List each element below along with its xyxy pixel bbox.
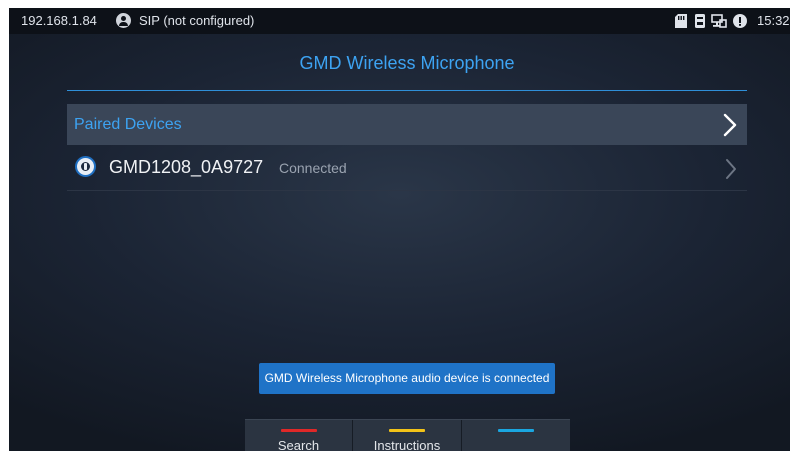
- chevron-right-icon: [726, 159, 736, 179]
- clock: 15:32: [757, 13, 790, 28]
- search-softkey[interactable]: Search: [245, 420, 353, 451]
- status-bar: 192.168.1.84 SIP (not configured) 15:32: [9, 8, 790, 34]
- title-divider: [67, 90, 747, 91]
- instructions-softkey[interactable]: Instructions: [353, 420, 462, 451]
- sip-status: SIP (not configured): [139, 13, 255, 28]
- device-name: GMD1208_0A9727: [109, 157, 264, 177]
- tv-screen: 192.168.1.84 SIP (not configured) 15:32 …: [9, 8, 790, 451]
- info-icon: [733, 14, 747, 28]
- red-key-indicator: [281, 429, 317, 432]
- chevron-right-icon: [723, 113, 737, 137]
- connection-toast: GMD Wireless Microphone audio device is …: [259, 363, 555, 394]
- yellow-key-indicator: [389, 429, 425, 432]
- device-status: Connected: [279, 160, 347, 176]
- blue-softkey[interactable]: [462, 420, 570, 451]
- sd-card-icon: [675, 14, 687, 28]
- instructions-label: Instructions: [373, 438, 441, 451]
- ip-address: 192.168.1.84: [21, 13, 97, 28]
- account-icon: [116, 13, 131, 28]
- page-title: GMD Wireless Microphone: [299, 53, 515, 73]
- blue-key-indicator: [498, 429, 534, 432]
- storage-icon: [695, 14, 705, 28]
- network-icon: [711, 14, 727, 28]
- device-row[interactable]: GMD1208_0A9727 Connected: [67, 147, 747, 191]
- paired-devices-row[interactable]: Paired Devices: [67, 104, 747, 145]
- paired-devices-label: Paired Devices: [74, 116, 182, 133]
- search-label: Search: [277, 438, 320, 451]
- microphone-icon: [75, 156, 96, 177]
- softkey-bar: Search Instructions: [245, 419, 570, 451]
